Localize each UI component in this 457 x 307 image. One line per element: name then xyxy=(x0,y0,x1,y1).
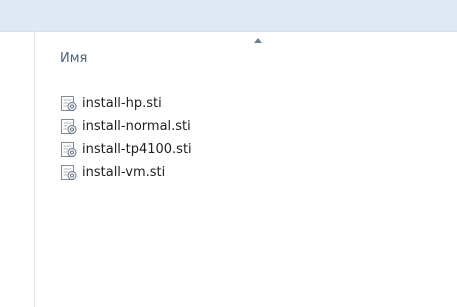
file-name: install-vm.sti xyxy=(82,165,166,180)
navigation-pane-divider[interactable] xyxy=(34,31,35,307)
file-name: install-normal.sti xyxy=(82,119,191,134)
column-header-label: Имя xyxy=(60,51,88,66)
file-name: install-hp.sti xyxy=(82,96,162,111)
column-header-name[interactable]: Имя xyxy=(35,31,457,69)
file-item[interactable]: install-normal.sti xyxy=(60,115,192,138)
file-item[interactable]: install-tp4100.sti xyxy=(60,138,192,161)
sti-file-icon xyxy=(61,96,77,111)
file-item[interactable]: install-hp.sti xyxy=(60,92,192,115)
file-item[interactable]: install-vm.sti xyxy=(60,161,192,184)
sti-file-icon xyxy=(61,165,77,180)
file-list: install-hp.sti install-normal.sti instal… xyxy=(60,92,192,184)
sort-ascending-icon xyxy=(254,38,262,43)
window-top-bar xyxy=(0,0,457,32)
sti-file-icon xyxy=(61,119,77,134)
file-name: install-tp4100.sti xyxy=(82,142,192,157)
sti-file-icon xyxy=(61,142,77,157)
